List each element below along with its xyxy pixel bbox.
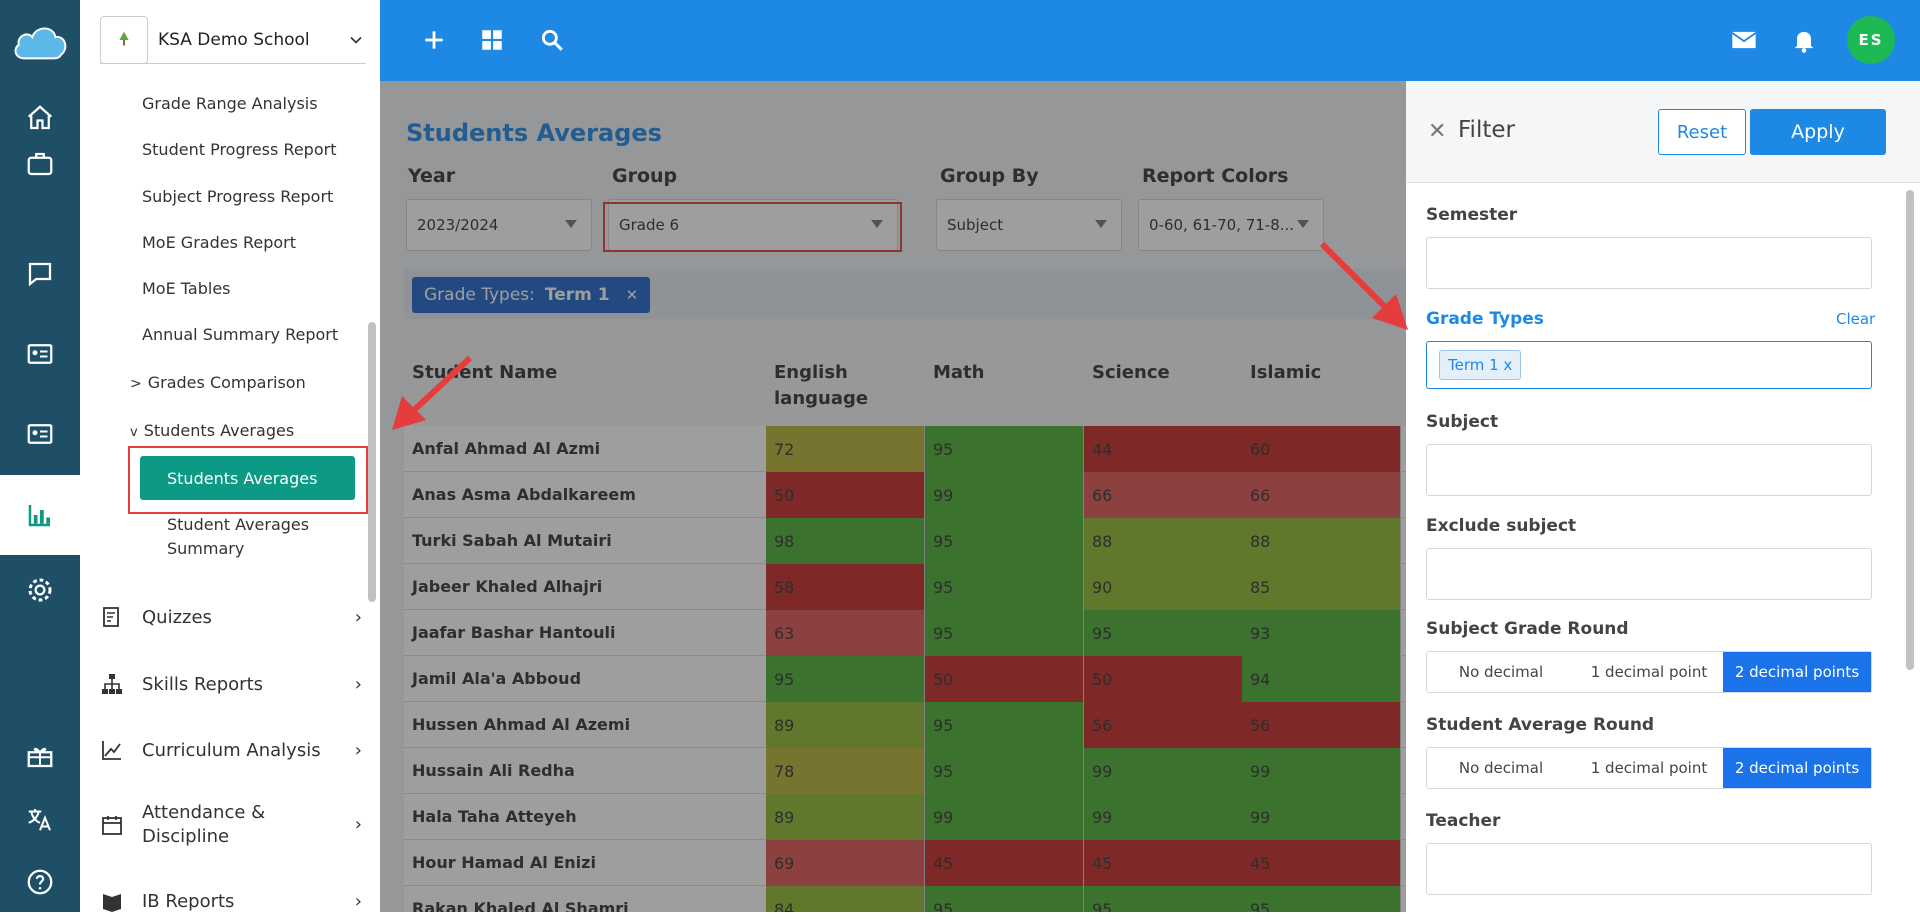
filter-header: ✕ Filter Reset Apply <box>1406 81 1920 183</box>
exclude-subject-input[interactable] <box>1426 548 1872 600</box>
chevron-down-icon: v <box>130 425 138 440</box>
quizzes-label: Quizzes <box>142 606 212 628</box>
quiz-icon <box>103 607 119 627</box>
sidebar-item-moe-tables[interactable]: MoE Tables <box>142 279 231 298</box>
sidebar-scrollbar[interactable] <box>368 322 376 602</box>
app-logo[interactable] <box>0 0 80 81</box>
help-icon[interactable] <box>0 842 80 922</box>
sidebar-item-annual-summary[interactable]: Annual Summary Report <box>142 325 338 344</box>
sidebar-item-averages-summary[interactable]: Student Averages Summary <box>167 513 309 561</box>
student-round-toggle: No decimal 1 decimal point 2 decimal poi… <box>1426 747 1872 789</box>
student-round-1-decimal[interactable]: 1 decimal point <box>1575 748 1723 788</box>
teacher-input[interactable] <box>1426 843 1872 895</box>
ib-reports-label: IB Reports <box>142 890 235 912</box>
chevron-right-icon: › <box>354 814 362 835</box>
student-round-no-decimal[interactable]: No decimal <box>1427 748 1575 788</box>
category-skills-reports[interactable]: Skills Reports › <box>100 664 366 704</box>
chevron-right-icon: > <box>130 376 142 392</box>
summary-line1: Student Averages <box>167 515 310 534</box>
close-icon[interactable]: ✕ <box>1428 119 1446 144</box>
chat-icon[interactable] <box>0 234 80 314</box>
reports-sidebar: KSA Demo School Grade Range Analysis Stu… <box>80 0 380 912</box>
student-round-2-decimals[interactable]: 2 decimal points <box>1723 748 1871 788</box>
avatar[interactable]: ES <box>1847 16 1895 64</box>
students-averages-label: Students Averages <box>143 421 295 440</box>
sidebar-group-students-averages[interactable]: v Students Averages <box>130 421 294 440</box>
line-chart-icon <box>102 741 121 760</box>
sidebar-item-students-averages-active[interactable]: Students Averages <box>140 456 355 500</box>
subject-round-1-decimal[interactable]: 1 decimal point <box>1575 652 1723 692</box>
modal-overlay[interactable] <box>380 81 1406 912</box>
skills-reports-label: Skills Reports <box>142 673 263 695</box>
student-round-label: Student Average Round <box>1426 715 1655 735</box>
category-attendance[interactable]: Attendance & Discipline › <box>100 800 366 850</box>
gear-icon[interactable] <box>0 550 80 630</box>
school-logo <box>100 15 148 64</box>
chevron-down-icon[interactable] <box>346 30 366 50</box>
sidebar-item-subject-progress[interactable]: Subject Progress Report <box>142 187 333 206</box>
grade-type-tag[interactable]: Term 1 x <box>1439 350 1522 380</box>
bell-icon[interactable] <box>1786 22 1822 58</box>
grade-types-label: Grade Types <box>1426 309 1544 329</box>
subject-input[interactable] <box>1426 444 1872 496</box>
hierarchy-icon <box>102 674 122 694</box>
clear-link[interactable]: Clear <box>1836 310 1875 328</box>
sidebar-item-moe-grades[interactable]: MoE Grades Report <box>142 233 296 252</box>
chevron-right-icon: › <box>354 606 362 628</box>
book-icon <box>103 894 121 912</box>
reset-button[interactable]: Reset <box>1658 109 1746 155</box>
exclude-subject-label: Exclude subject <box>1426 516 1577 536</box>
attendance-line2: Discipline <box>142 826 230 847</box>
calendar-icon <box>102 816 122 835</box>
sidebar-item-student-progress[interactable]: Student Progress Report <box>142 140 336 159</box>
teacher-label: Teacher <box>1426 811 1501 831</box>
subject-round-2-decimals[interactable]: 2 decimal points <box>1723 652 1871 692</box>
cloud-logo-icon <box>14 26 67 59</box>
subject-round-no-decimal[interactable]: No decimal <box>1427 652 1575 692</box>
sidebar-item-grade-range[interactable]: Grade Range Analysis <box>142 94 318 113</box>
search-icon[interactable] <box>534 22 570 58</box>
grade-types-input[interactable]: Term 1 x <box>1426 341 1872 389</box>
icon-rail <box>0 0 80 912</box>
category-curriculum-analysis[interactable]: Curriculum Analysis › <box>100 730 366 770</box>
chevron-right-icon: › <box>354 890 362 912</box>
filter-panel-scrollbar[interactable] <box>1906 190 1914 670</box>
reports-chart-icon[interactable] <box>0 475 80 555</box>
summary-line2: Summary <box>167 539 245 558</box>
tree-logo-icon <box>119 31 129 45</box>
sidebar-group-grades-comparison[interactable]: > Grades Comparison <box>130 373 306 392</box>
school-selector[interactable]: KSA Demo School <box>100 15 366 64</box>
filter-title: Filter <box>1458 117 1515 143</box>
attendance-label: Attendance & Discipline <box>142 801 265 849</box>
category-ib-reports[interactable]: IB Reports › <box>100 881 366 912</box>
subject-round-toggle: No decimal 1 decimal point 2 decimal poi… <box>1426 651 1872 693</box>
briefcase-icon[interactable] <box>0 124 80 204</box>
top-bar <box>380 0 1920 81</box>
filter-panel: ✕ Filter Reset Apply Semester Grade Type… <box>1406 81 1920 912</box>
id-badge-icon[interactable] <box>0 394 80 474</box>
id-card-icon[interactable] <box>0 314 80 394</box>
mail-icon[interactable] <box>1726 22 1762 58</box>
grid-icon[interactable] <box>474 22 510 58</box>
subject-label: Subject <box>1426 412 1499 432</box>
chevron-right-icon: › <box>354 739 362 761</box>
curriculum-analysis-label: Curriculum Analysis <box>142 739 321 761</box>
subject-round-label: Subject Grade Round <box>1426 619 1629 639</box>
chevron-right-icon: › <box>354 673 362 695</box>
grades-comparison-label: Grades Comparison <box>147 373 306 392</box>
semester-label: Semester <box>1426 205 1518 225</box>
attendance-line1: Attendance & <box>142 802 266 823</box>
apply-button[interactable]: Apply <box>1750 109 1886 155</box>
semester-input[interactable] <box>1426 237 1872 289</box>
plus-icon[interactable] <box>416 22 452 58</box>
school-name: KSA Demo School <box>158 29 310 50</box>
category-quizzes[interactable]: Quizzes › <box>100 597 366 637</box>
